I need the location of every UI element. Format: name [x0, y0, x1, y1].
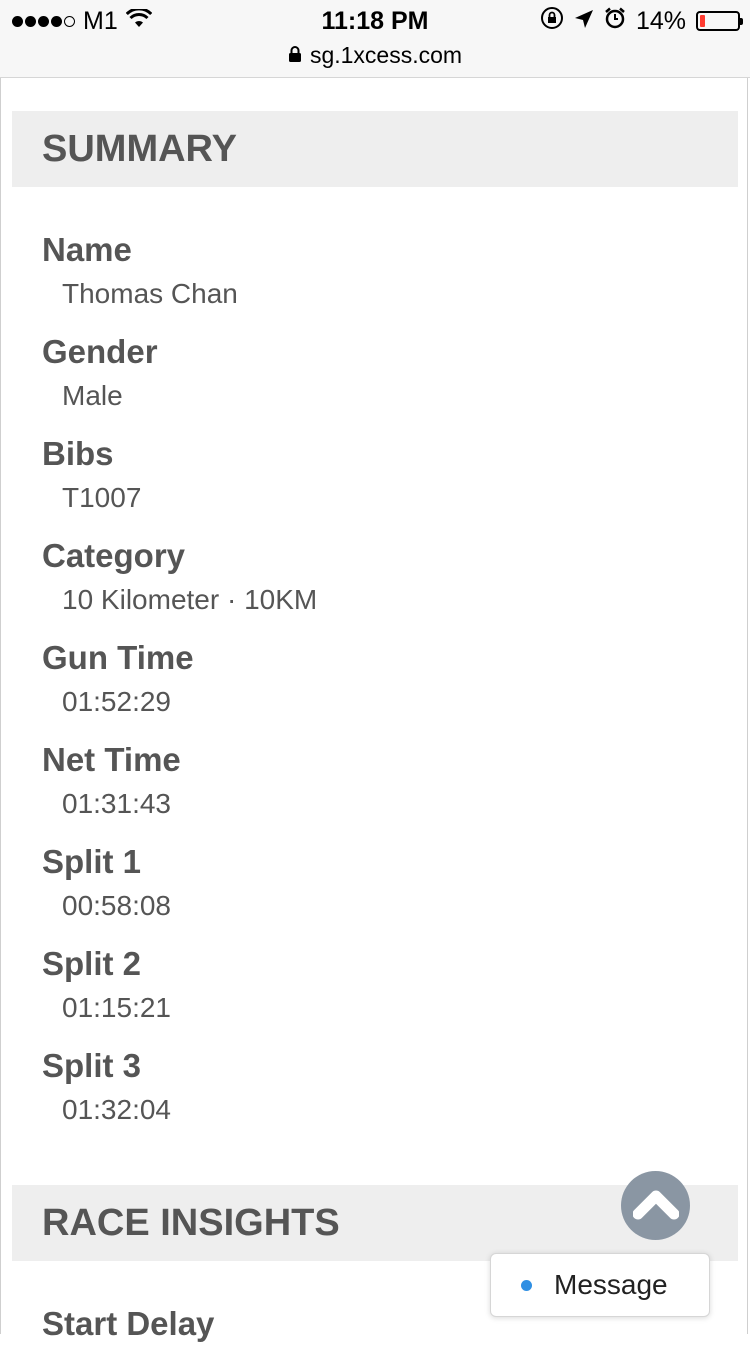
url-text: sg.1xcess.com: [309, 41, 463, 68]
field-label: Gender: [42, 333, 158, 370]
location-arrow-icon: [574, 7, 594, 36]
battery-level-fill: [700, 15, 706, 27]
summary-section-header: SUMMARY: [12, 111, 738, 187]
field-value: Male: [62, 380, 123, 411]
battery-percent: 14%: [635, 6, 686, 35]
field-label: Category: [42, 537, 186, 574]
url-bar[interactable]: sg.1xcess.com: [0, 40, 750, 70]
field-net-time: Net Time 01:31:43: [42, 738, 702, 840]
field-value: 01:31:43: [62, 788, 171, 819]
field-label: Gun Time: [42, 639, 194, 676]
field-split-2: Split 2 01:15:21: [42, 942, 702, 1044]
status-bar: M1 11:18 PM 14% sg.1xcess.com: [0, 0, 750, 78]
field-category: Category 10 Kilometer · 10KM: [42, 534, 702, 636]
field-split-1: Split 1 00:58:08: [42, 840, 702, 942]
field-label: Name: [42, 231, 132, 268]
field-value: Thomas Chan: [62, 278, 238, 309]
field-label: Bibs: [42, 435, 114, 472]
field-value: 01:15:21: [62, 992, 171, 1023]
online-status-dot: [521, 1279, 532, 1291]
summary-field-list: Name Thomas Chan Gender Male Bibs T1007 …: [42, 228, 702, 1146]
field-gun-time: Gun Time 01:52:29: [42, 636, 702, 738]
field-label: Net Time: [42, 741, 181, 778]
field-bibs: Bibs T1007: [42, 432, 702, 534]
field-value: 01:32:04: [62, 1094, 171, 1125]
scroll-to-top-button[interactable]: [621, 1171, 690, 1240]
field-label: Split 2: [42, 945, 142, 982]
field-value: 10 Kilometer · 10KM: [62, 584, 318, 615]
field-name: Name Thomas Chan: [42, 228, 702, 330]
field-gender: Gender Male: [42, 330, 702, 432]
battery-icon: [696, 11, 743, 31]
field-label: Split 3: [42, 1047, 142, 1084]
status-bar-right: 14%: [540, 6, 743, 37]
start-delay-label: Start Delay: [42, 1305, 215, 1342]
lock-icon: [288, 42, 302, 69]
race-insights-title: RACE INSIGHTS: [42, 1201, 340, 1244]
message-button[interactable]: Message: [490, 1253, 710, 1317]
field-value: 01:52:29: [62, 686, 171, 717]
summary-title: SUMMARY: [42, 127, 237, 170]
chevron-up-icon: [632, 1186, 679, 1225]
field-value: T1007: [62, 482, 142, 513]
orientation-lock-icon: [540, 6, 564, 37]
field-label: Split 1: [42, 843, 142, 880]
alarm-icon: [604, 7, 626, 36]
field-value: 00:58:08: [62, 890, 171, 921]
message-label: Message: [554, 1269, 668, 1300]
field-split-3: Split 3 01:32:04: [42, 1044, 702, 1146]
